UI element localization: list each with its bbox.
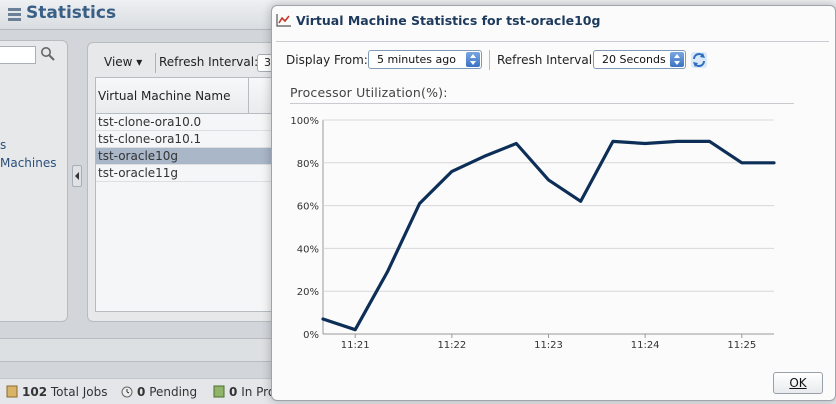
x-tick-label: 11:23 [534,340,563,351]
refresh-interval-label: Refresh Interval: [497,53,597,67]
column-divider [248,78,249,114]
table-row[interactable]: tst-clone-ora10.0 [96,114,286,131]
search-icon[interactable] [40,46,56,62]
spinner-arrows-icon[interactable] [466,52,480,67]
display-from-label: Display From: [286,53,368,67]
vm-list-toolbar: View ▾ Refresh Interval: 3 [88,51,288,75]
y-tick-label: 40% [297,244,319,255]
statistics-icon [8,8,21,21]
pending-jobs-indicator[interactable]: 0 Pending [121,385,197,399]
y-tick-label: 20% [297,287,319,298]
nav-search-input[interactable] [0,46,36,64]
control-divider [489,50,490,70]
refresh-interval-select[interactable]: 20 Seconds [593,50,686,69]
vm-table-header[interactable]: Virtual Machine Name [96,78,286,114]
x-tick-label: 11:24 [631,340,660,351]
display-from-select[interactable]: 5 minutes ago [368,50,482,69]
table-row[interactable]: tst-clone-ora10.1 [96,131,286,148]
total-jobs-indicator[interactable]: 102 Total Jobs [6,385,107,399]
spinner-arrows-icon[interactable] [670,52,684,67]
chart-title: Processor Utilization(%): [290,85,448,100]
x-tick-label: 11:21 [341,340,370,351]
collapse-panel-handle[interactable] [72,165,82,187]
ok-button[interactable]: OK [773,372,823,394]
table-row-selected[interactable]: tst-oracle10g [96,148,286,165]
x-tick-label: 11:22 [437,340,466,351]
x-tick-label: 11:25 [727,340,756,351]
nav-link-machines[interactable]: Machines [0,156,56,170]
vm-statistics-dialog: Virtual Machine Statistics for tst-oracl… [271,5,836,401]
refresh-interval-value: 20 Seconds [602,53,666,66]
table-row[interactable]: tst-oracle11g [96,165,286,182]
refresh-icon[interactable] [690,51,708,69]
inprogress-icon [213,385,225,398]
processor-utilization-line [321,139,776,332]
jobs-icon [6,385,18,398]
vm-list-panel: View ▾ Refresh Interval: 3 Virtual Machi… [87,42,287,322]
display-from-value: 5 minutes ago [377,53,456,66]
y-tick-label: 80% [297,159,319,170]
view-menu-button[interactable]: View ▾ [104,55,142,69]
chart-icon [276,14,291,27]
column-header-vm-name[interactable]: Virtual Machine Name [98,89,230,103]
y-tick-label: 0% [303,330,319,341]
dialog-title-bar[interactable]: Virtual Machine Statistics for tst-oracl… [272,6,836,42]
toolbar-divider [155,53,156,73]
y-tick-label: 100% [290,116,319,127]
dialog-title: Virtual Machine Statistics for tst-oracl… [296,13,601,28]
nav-link-partial[interactable]: s [0,138,6,152]
page-title: Statistics [26,3,117,23]
chart-title-divider [290,103,794,104]
title-divider [276,41,829,42]
vm-table: Virtual Machine Name tst-clone-ora10.0 t… [95,77,287,312]
refresh-interval-label: Refresh Interval: [159,55,259,69]
pending-clock-icon [121,386,133,398]
inprogress-jobs-indicator[interactable]: 0 In Pro [213,385,275,399]
navigation-panel: s Machines [0,40,68,322]
processor-utilization-chart: 0% 20% 40% 60% 80% 100% 11:21 11:22 11:23 11:24 1… [290,116,776,351]
y-tick-label: 60% [297,202,319,213]
